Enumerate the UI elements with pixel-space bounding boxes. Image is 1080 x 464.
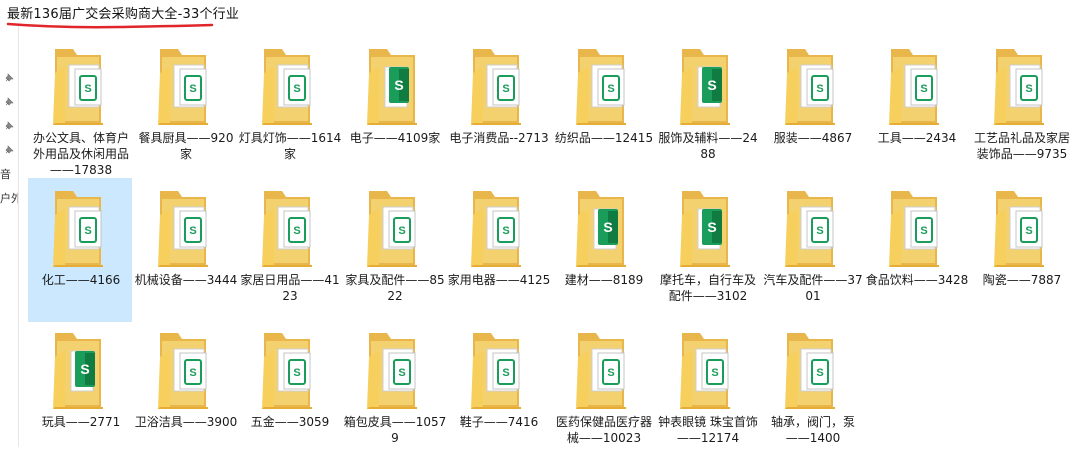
- folder-icon: S: [881, 185, 953, 273]
- folder-item[interactable]: S 医药保健品医疗器械——10023: [551, 320, 655, 464]
- folder-item[interactable]: S 办公文具、体育户外用品及休闲用品——17838: [28, 36, 132, 180]
- folder-name: 餐具厨具——920家: [138, 131, 234, 161]
- pin-icon: [5, 145, 14, 154]
- folder-item[interactable]: S 五金——3059: [237, 320, 341, 464]
- folder-name: 食品饮料——3428: [865, 273, 969, 287]
- folder-icon: S: [986, 185, 1058, 273]
- folder-icon: S: [777, 327, 849, 415]
- folder-item[interactable]: S 箱包皮具——10579: [342, 320, 446, 464]
- folder-item[interactable]: S 家具及配件——8522: [342, 178, 446, 322]
- folder-name: 化工——4166: [41, 273, 121, 287]
- folder-icon: S: [672, 43, 744, 131]
- title-bar: 最新136届广交会采购商大全-33个行业: [0, 0, 1080, 29]
- folder-item[interactable]: S 机械设备——3444: [133, 178, 237, 322]
- folder-name: 家具及配件——8522: [345, 273, 445, 303]
- folder-name: 钟表眼镜 珠宝首饰——12174: [658, 415, 758, 445]
- folder-item[interactable]: S 玩具——2771: [28, 320, 132, 464]
- pin-icon: [5, 121, 14, 130]
- folder-item[interactable]: S 建材——8189: [551, 178, 655, 322]
- folder-item[interactable]: S 电子——4109家: [342, 36, 446, 180]
- folder-icon: S: [45, 185, 117, 273]
- folder-icon: S: [254, 43, 326, 131]
- folder-name: 陶瓷——7887: [982, 273, 1062, 287]
- red-underline-annotation: [6, 22, 214, 29]
- sidebar-item-label[interactable]: 户外: [0, 190, 18, 206]
- folder-icon: S: [359, 327, 431, 415]
- folder-name: 家居日用品——4123: [240, 273, 340, 303]
- folder-icon: S: [568, 327, 640, 415]
- folder-item[interactable]: S 轴承，阀门，泵——1400: [760, 320, 864, 464]
- folder-icon: S: [463, 327, 535, 415]
- folder-name: 卫浴洁具——3900: [134, 415, 238, 429]
- folder-icon: S: [150, 43, 222, 131]
- folder-item[interactable]: S 服饰及辅料——2488: [655, 36, 759, 180]
- folder-item[interactable]: S 鞋子——7416: [446, 320, 550, 464]
- folder-name: 灯具灯饰——1614家: [238, 131, 342, 161]
- folder-icon: S: [254, 185, 326, 273]
- folder-name: 医药保健品医疗器械——10023: [555, 415, 652, 445]
- folder-icon: S: [672, 327, 744, 415]
- folder-icon: S: [568, 185, 640, 273]
- folder-icon: S: [463, 185, 535, 273]
- folder-icon: S: [986, 43, 1058, 131]
- folder-name: 轴承，阀门，泵——1400: [770, 415, 855, 445]
- folder-name: 建材——8189: [564, 273, 644, 287]
- folder-name: 办公文具、体育户外用品及休闲用品——17838: [32, 131, 129, 177]
- folder-name: 机械设备——3444: [134, 273, 238, 287]
- folder-item[interactable]: S 灯具灯饰——1614家: [237, 36, 341, 180]
- pin-icon: [5, 73, 14, 82]
- folder-name: 服装——4867: [773, 131, 853, 145]
- folder-name: 摩托车，自行车及配件——3102: [659, 273, 756, 303]
- navigation-pane[interactable]: 音 户外: [0, 26, 19, 447]
- folder-item[interactable]: S 陶瓷——7887: [969, 178, 1073, 322]
- folder-name: 纺织品——12415: [554, 131, 654, 145]
- folder-item[interactable]: S 工艺品礼品及家居装饰品——9735: [969, 36, 1073, 180]
- folder-icon: S: [45, 43, 117, 131]
- folder-name: 家用电器——4125: [447, 273, 551, 287]
- folder-name: 服饰及辅料——2488: [658, 131, 758, 161]
- folder-icon: S: [777, 185, 849, 273]
- folder-item[interactable]: S 服装——4867: [760, 36, 864, 180]
- folder-name: 工艺品礼品及家居装饰品——9735: [973, 131, 1070, 161]
- folder-grid: S 办公文具、体育户外用品及休闲用品——17838 S 餐具厨具——920家 S 灯具灯饰…: [28, 36, 1080, 447]
- pin-icon: [5, 97, 14, 106]
- folder-icon: S: [777, 43, 849, 131]
- folder-icon: S: [45, 327, 117, 415]
- folder-name: 电子消费品--2713: [449, 131, 549, 145]
- folder-icon: S: [881, 43, 953, 131]
- folder-name: 电子——4109家: [349, 131, 441, 145]
- folder-item[interactable]: S 纺织品——12415: [551, 36, 655, 180]
- folder-item[interactable]: S 家用电器——4125: [446, 178, 550, 322]
- folder-icon: S: [463, 43, 535, 131]
- folder-item[interactable]: S 卫浴洁具——3900: [133, 320, 237, 464]
- folder-icon: S: [672, 185, 744, 273]
- folder-icon: S: [359, 43, 431, 131]
- folder-item[interactable]: S 汽车及配件——3701: [760, 178, 864, 322]
- folder-icon: S: [254, 327, 326, 415]
- folder-name: 箱包皮具——10579: [343, 415, 447, 445]
- folder-item[interactable]: S 工具——2434: [864, 36, 968, 180]
- folder-item[interactable]: S 摩托车，自行车及配件——3102: [655, 178, 759, 322]
- folder-name: 玩具——2771: [41, 415, 121, 429]
- folder-name: 汽车及配件——3701: [763, 273, 863, 303]
- folder-icon: S: [359, 185, 431, 273]
- folder-icon: S: [150, 327, 222, 415]
- folder-name: 工具——2434: [877, 131, 957, 145]
- folder-item[interactable]: S 餐具厨具——920家: [133, 36, 237, 180]
- folder-item[interactable]: S 家居日用品——4123: [237, 178, 341, 322]
- folder-item[interactable]: S 食品饮料——3428: [864, 178, 968, 322]
- folder-icon: S: [150, 185, 222, 273]
- folder-item[interactable]: S 钟表眼镜 珠宝首饰——12174: [655, 320, 759, 464]
- folder-icon: S: [568, 43, 640, 131]
- sidebar-item-label[interactable]: 音: [0, 166, 18, 182]
- folder-name: 鞋子——7416: [459, 415, 539, 429]
- folder-item[interactable]: S 化工——4166: [28, 178, 132, 322]
- folder-item[interactable]: S 电子消费品--2713: [446, 36, 550, 180]
- folder-name: 五金——3059: [250, 415, 330, 429]
